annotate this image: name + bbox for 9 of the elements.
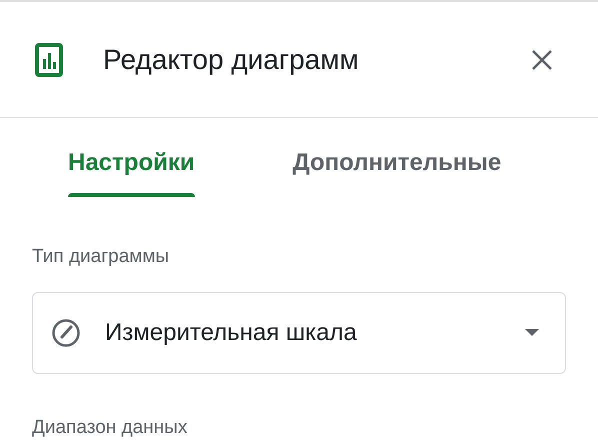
tab[interactable]: Дополнительные [282,128,512,197]
tab[interactable]: Настройки [40,128,223,197]
field-label: Диапазон данных [32,416,188,440]
chart-icon [35,42,63,76]
panel-title: Редактор диаграмм [103,42,359,77]
field-label: Тип диаграммы [32,245,170,269]
chart-type-dropdown[interactable]: Измерительная шкала [32,292,566,374]
caret-icon [525,328,539,336]
gauge-icon [51,318,81,348]
